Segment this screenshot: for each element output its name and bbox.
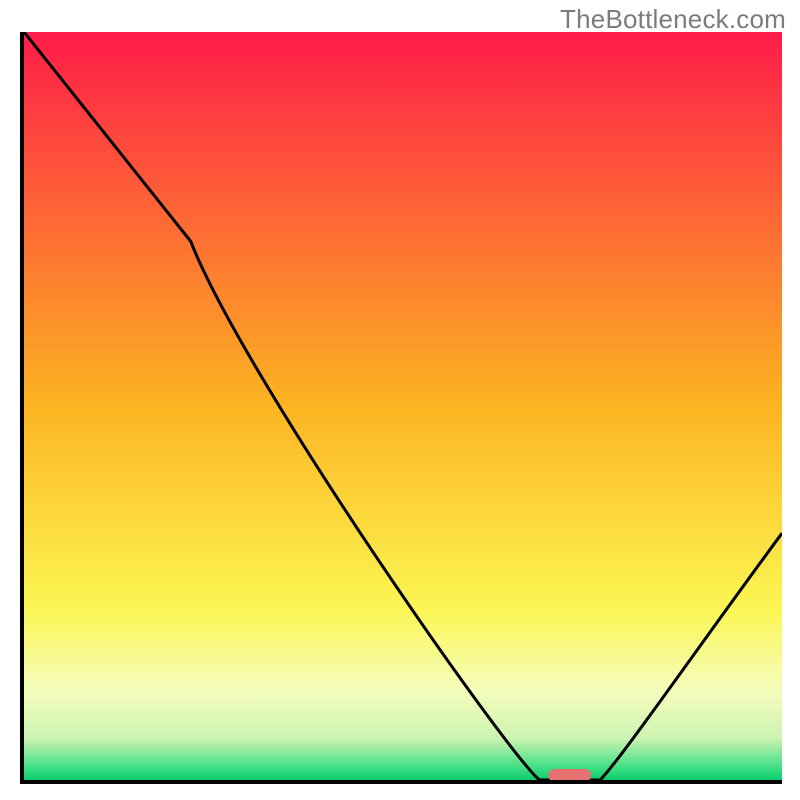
plot-svg	[24, 32, 782, 780]
gradient-fill	[24, 32, 782, 780]
optimal-marker	[549, 769, 591, 780]
plot-area	[20, 32, 782, 784]
watermark-text: TheBottleneck.com	[560, 4, 786, 35]
bottleneck-chart: TheBottleneck.com	[0, 0, 800, 800]
